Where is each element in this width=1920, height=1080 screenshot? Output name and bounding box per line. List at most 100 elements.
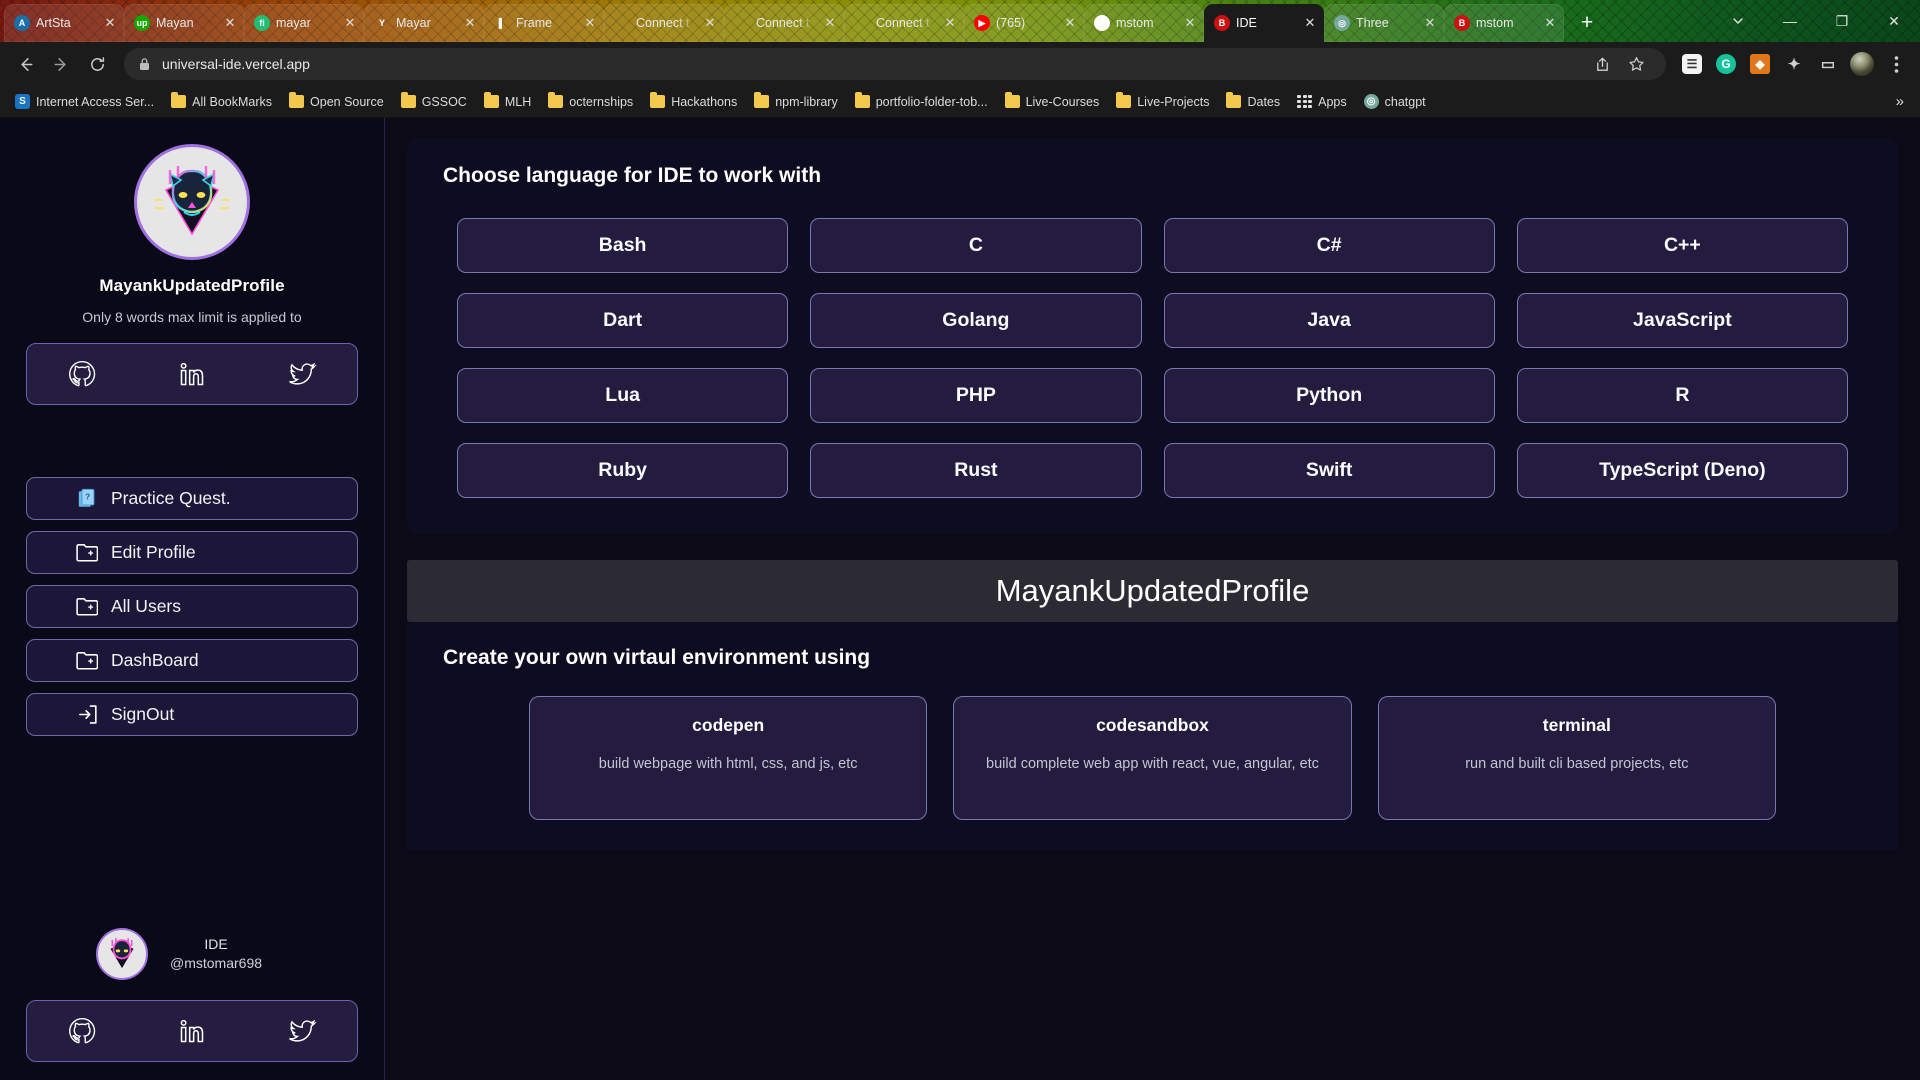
close-tab-icon[interactable]: ✕	[102, 15, 118, 31]
close-tab-icon[interactable]: ✕	[1182, 15, 1198, 31]
three-dot-menu-icon[interactable]	[1880, 48, 1912, 80]
grammarly-extension-icon[interactable]: G	[1710, 48, 1742, 80]
bookmarks-overflow-icon[interactable]: »	[1888, 93, 1912, 110]
sidebar-item-dashboard[interactable]: DashBoard	[26, 639, 358, 682]
bookmark-item[interactable]: Open Source	[282, 92, 391, 112]
close-tab-icon[interactable]: ✕	[702, 15, 718, 31]
browser-tab[interactable]: ● mstom ✕	[1084, 4, 1204, 42]
bookmark-item[interactable]: All BookMarks	[164, 92, 279, 112]
tab-list: A ArtSta ✕ up Mayan ✕ fi mayar ✕ Y Mayar ✕ ▌ Frame ✕ Co…	[4, 0, 1564, 42]
metamask-extension-icon[interactable]: ◆	[1744, 48, 1776, 80]
extensions-area: ☰ G ◆ ✦ ▭	[1676, 48, 1844, 80]
bottom-profile-avatar[interactable]	[96, 928, 148, 980]
bookmark-item[interactable]: Dates	[1219, 92, 1287, 112]
linkedin-icon[interactable]	[178, 360, 206, 388]
language-button[interactable]: Lua	[457, 368, 789, 423]
bookmark-item[interactable]: Apps	[1290, 92, 1354, 112]
environment-card[interactable]: terminal run and built cli based projects…	[1377, 696, 1776, 820]
minimize-button[interactable]: —	[1764, 0, 1816, 42]
bookmark-label: MLH	[504, 94, 532, 109]
chatgpt-icon: ◎	[1334, 15, 1350, 31]
browser-tab[interactable]: Bmstom ✕	[1444, 4, 1564, 42]
bookmark-item[interactable]: Live-Projects	[1109, 92, 1216, 112]
language-button[interactable]: Java	[1163, 293, 1495, 348]
bookmark-item[interactable]: portfolio-folder-tob...	[848, 92, 995, 112]
language-button[interactable]: TypeScript (Deno)	[1516, 443, 1848, 498]
language-button[interactable]: Swift	[1163, 443, 1495, 498]
reload-icon[interactable]	[80, 47, 114, 81]
close-tab-icon[interactable]: ✕	[582, 15, 598, 31]
close-tab-icon[interactable]: ✕	[222, 15, 238, 31]
forward-icon[interactable]	[44, 47, 78, 81]
browser-tab[interactable]: Connect t ✕	[844, 4, 964, 42]
close-tab-icon[interactable]: ✕	[942, 15, 958, 31]
language-button[interactable]: Python	[1163, 368, 1495, 423]
bookmark-item[interactable]: octernships	[541, 92, 640, 112]
share-icon[interactable]	[1586, 48, 1618, 80]
bookmark-label: chatgpt	[1384, 94, 1426, 109]
browser-tab[interactable]: B IDE ✕	[1204, 4, 1324, 42]
new-tab-button[interactable]: +	[1570, 5, 1604, 39]
puzzle-extensions-icon[interactable]: ✦	[1778, 48, 1810, 80]
bookmark-item[interactable]: MLH	[477, 92, 538, 112]
language-button[interactable]: Rust	[810, 443, 1142, 498]
browser-tab[interactable]: ▶ (765) ✕	[964, 4, 1084, 42]
bookmark-item[interactable]: Live-Courses	[998, 92, 1107, 112]
close-tab-icon[interactable]: ✕	[1422, 15, 1438, 31]
twitter-icon[interactable]	[287, 359, 317, 389]
bookmark-item[interactable]: npm-library	[747, 92, 845, 112]
reader-extension-icon[interactable]: ☰	[1676, 48, 1708, 80]
environment-card[interactable]: codesandbox build complete web app with r…	[953, 696, 1352, 820]
maximize-button[interactable]: ❐	[1816, 0, 1868, 42]
browser-tab[interactable]: ◎ Three ✕	[1324, 4, 1444, 42]
github-icon[interactable]	[67, 359, 97, 389]
language-button[interactable]: C	[810, 218, 1142, 273]
browser-tab[interactable]: up Mayan ✕	[124, 4, 244, 42]
language-button[interactable]: PHP	[810, 368, 1142, 423]
sidebar-item-edit-profile[interactable]: Edit Profile	[26, 531, 358, 574]
language-button[interactable]: C++	[1516, 218, 1848, 273]
language-button[interactable]: Golang	[810, 293, 1142, 348]
profile-avatar-large[interactable]	[134, 144, 250, 260]
tab-title: Connect t	[876, 16, 930, 30]
address-bar[interactable]: universal-ide.vercel.app	[124, 48, 1666, 80]
bookmark-item[interactable]: Hackathons	[643, 92, 744, 112]
linkedin-icon[interactable]	[178, 1017, 206, 1045]
language-button[interactable]: C#	[1163, 218, 1495, 273]
browser-tab[interactable]: fi mayar ✕	[244, 4, 364, 42]
bookmark-item[interactable]: GSSOC	[394, 92, 474, 112]
twitter-icon[interactable]	[287, 1016, 317, 1046]
github-icon[interactable]	[67, 1016, 97, 1046]
language-button[interactable]: Bash	[457, 218, 789, 273]
window-controls: — ❐ ✕	[1712, 0, 1920, 42]
close-tab-icon[interactable]: ✕	[1062, 15, 1078, 31]
close-tab-icon[interactable]: ✕	[462, 15, 478, 31]
sidebar-item-all-users[interactable]: All Users	[26, 585, 358, 628]
browser-tab[interactable]: Connect t ✕	[724, 4, 844, 42]
close-tab-icon[interactable]: ✕	[1302, 15, 1318, 31]
browser-tab[interactable]: ▌ Frame ✕	[484, 4, 604, 42]
browser-tab[interactable]: A ArtSta ✕	[4, 4, 124, 42]
bookmark-item[interactable]: S Internet Access Ser...	[8, 91, 161, 112]
sidepanel-icon[interactable]: ▭	[1812, 48, 1844, 80]
close-tab-icon[interactable]: ✕	[822, 15, 838, 31]
language-button[interactable]: JavaScript	[1516, 293, 1848, 348]
back-icon[interactable]	[8, 47, 42, 81]
language-button[interactable]: Dart	[457, 293, 789, 348]
environment-card[interactable]: codepen build webpage with html, css, and…	[529, 696, 928, 820]
bottom-profile-row[interactable]: IDE @mstomar698	[26, 928, 358, 980]
browser-tab[interactable]: Connect t ✕	[604, 4, 724, 42]
tab-search-icon[interactable]	[1712, 0, 1764, 42]
browser-tab[interactable]: Y Mayar ✕	[364, 4, 484, 42]
folder-icon	[400, 92, 416, 108]
close-tab-icon[interactable]: ✕	[1542, 15, 1558, 31]
profile-avatar[interactable]	[1846, 48, 1878, 80]
language-button[interactable]: R	[1516, 368, 1848, 423]
sidebar-item-signout[interactable]: SignOut	[26, 693, 358, 736]
sidebar-item-practice-quest[interactable]: ? Practice Quest.	[26, 477, 358, 520]
close-window-button[interactable]: ✕	[1868, 0, 1920, 42]
language-button[interactable]: Ruby	[457, 443, 789, 498]
close-tab-icon[interactable]: ✕	[342, 15, 358, 31]
star-icon[interactable]	[1620, 48, 1652, 80]
bookmark-item[interactable]: ◎ chatgpt	[1357, 91, 1433, 112]
